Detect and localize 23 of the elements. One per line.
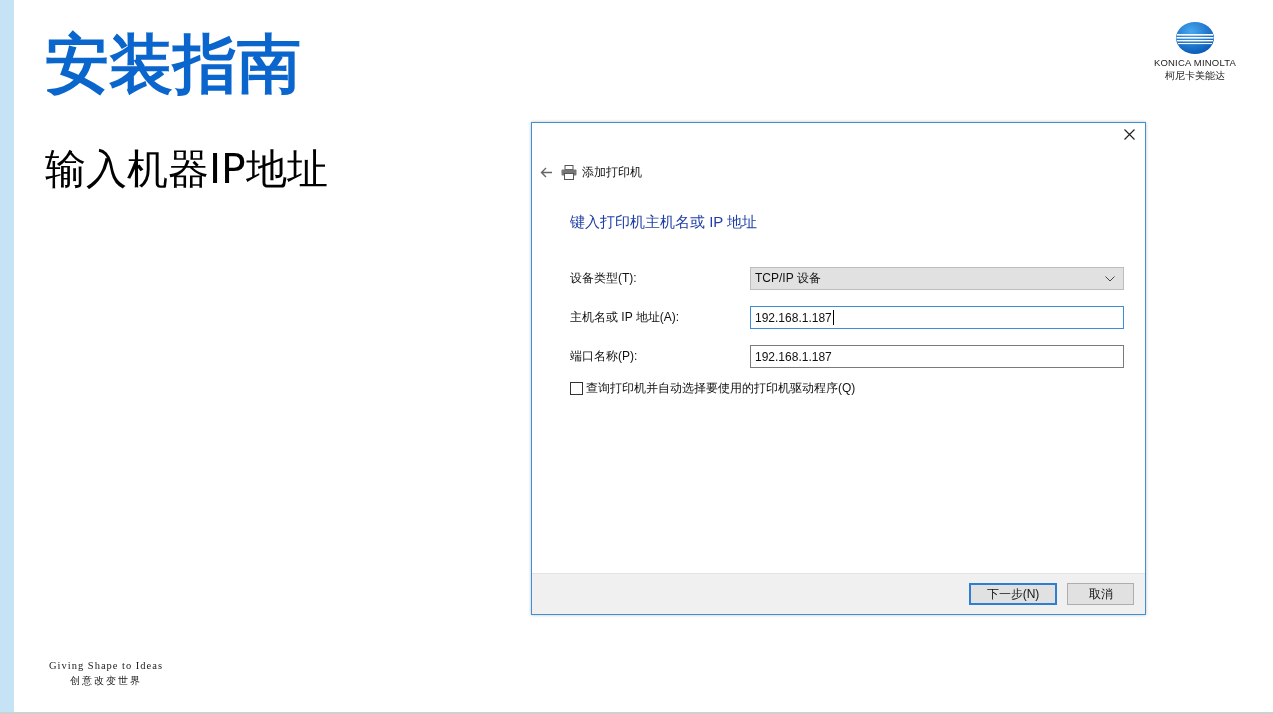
window-title: 添加打印机 xyxy=(582,163,642,181)
device-type-dropdown[interactable]: TCP/IP 设备 xyxy=(750,267,1124,290)
input-field[interactable]: 192.168.1.187 xyxy=(750,345,1124,368)
dialog-heading: 键入打印机主机名或 IP 地址 xyxy=(569,212,759,232)
brand-name-chinese: 柯尼卡美能达 xyxy=(1165,69,1225,83)
tagline: Giving Shape to Ideas xyxy=(49,660,164,671)
back-arrow-icon[interactable] xyxy=(540,166,553,178)
field-label: 主机名或 IP 地址(A): xyxy=(570,309,681,326)
field-label: 端口名称(P): xyxy=(570,348,639,365)
brand-name: KONICA MINOLTA xyxy=(1153,57,1237,68)
dialog-button[interactable]: 取消 xyxy=(1067,583,1134,605)
dialog-button[interactable]: 下一步(N) xyxy=(969,583,1057,605)
input-field[interactable]: 192.168.1.187 xyxy=(750,306,1124,329)
tagline-chinese: 创意改变世界 xyxy=(70,674,142,688)
slide-title: 安装指南 xyxy=(45,26,301,103)
checkbox[interactable] xyxy=(570,382,583,395)
close-icon[interactable] xyxy=(1124,129,1135,140)
globe-logo-icon xyxy=(1176,22,1214,54)
printer-icon xyxy=(561,164,577,180)
chevron-down-icon xyxy=(1105,275,1115,282)
checkbox-label: 查询打印机并自动选择要使用的打印机驱动程序(Q) xyxy=(586,380,856,397)
slide-subtitle: 输入机器IP地址 xyxy=(45,144,328,194)
field-label: 设备类型(T): xyxy=(570,270,638,287)
